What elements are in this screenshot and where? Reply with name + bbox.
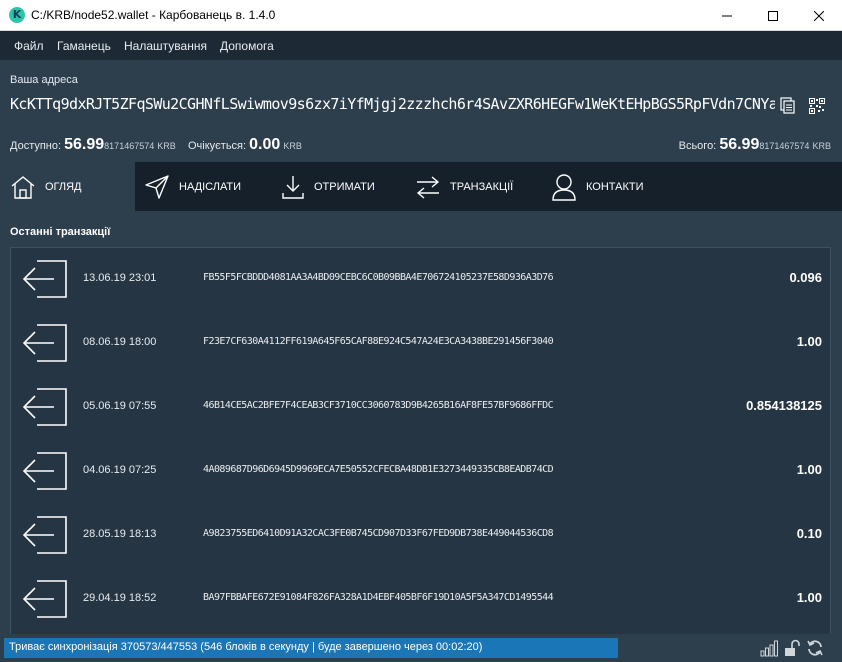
wallet-header: Ваша адреса KcKTTq9dxRJT5ZFqSWu2CGHNfLSw… [0, 60, 842, 162]
total-unit: KRB [812, 141, 831, 151]
close-button[interactable] [796, 0, 842, 31]
maximize-button[interactable] [750, 0, 796, 31]
transaction-row[interactable]: 05.06.19 07:55 46B14CE5AC2BFE7F4CEAB3CF37… [11, 376, 830, 440]
available-value: 56.99 [64, 136, 105, 153]
total-balance: Всього: 56.998171467574 KRB [679, 136, 831, 154]
tab-receive-label: ОТРИМАТИ [314, 180, 375, 193]
wallet-address[interactable]: KcKTTq9dxRJT5ZFqSWu2CGHNfLSwiwmov9s6zx7i… [10, 95, 775, 113]
transaction-row[interactable]: 29.04.19 18:52 BA97FBBAFE672E91084F826FA3… [11, 568, 830, 632]
contacts-icon [552, 173, 576, 201]
incoming-transaction-icon [23, 388, 67, 426]
menu-settings[interactable]: Налаштування [124, 39, 207, 53]
total-label: Всього: [678, 140, 717, 152]
transaction-hash: FB55F5FCBDDD4081AA3A4BD09CEBC6C0B09BBA4E… [203, 272, 554, 283]
tab-send[interactable]: НАДІСЛАТИ [144, 162, 274, 211]
transaction-date: 13.06.19 23:01 [83, 272, 157, 284]
transaction-amount: 0.10 [796, 526, 822, 541]
menu-file[interactable]: Файл [14, 39, 44, 53]
copy-icon[interactable] [780, 97, 796, 115]
window-title: C:/KRB/node52.wallet - Карбованець в. 1.… [31, 8, 276, 22]
tab-contacts-label: КОНТАКТИ [586, 180, 644, 193]
transactions-icon [416, 175, 440, 199]
available-balance: Доступно: 56.998171467574 KRB [10, 136, 176, 154]
tab-send-label: НАДІСЛАТИ [179, 180, 242, 193]
transaction-row[interactable]: 08.06.19 18:00 F23E7CF630A4112FF619A645F6… [11, 312, 830, 376]
tab-receive[interactable]: ОТРИМАТИ [281, 162, 411, 211]
close-icon [814, 10, 824, 21]
tab-overview[interactable]: ОГЛЯД [0, 162, 135, 211]
connection-signal-icon [760, 640, 778, 657]
incoming-transaction-icon [23, 324, 67, 362]
available-label: Доступно: [10, 140, 62, 152]
transaction-row[interactable]: 13.06.19 23:01 FB55F5FCBDDD4081AA3A4BD09C… [11, 248, 830, 312]
transaction-hash: A9823755ED6410D91A32CAC3FE0B745CD907D33F… [203, 528, 554, 539]
transaction-date: 05.06.19 07:55 [83, 400, 157, 412]
minimize-icon [722, 15, 732, 16]
main-tabs: ОГЛЯД НАДІСЛАТИ ОТРИМАТИ ТРАНЗАКЦІЇ КОНТ… [0, 162, 842, 211]
transaction-hash: 46B14CE5AC2BFE7F4CEAB3CF3710CC3060783D9B… [203, 400, 554, 411]
available-unit: KRB [157, 141, 176, 151]
overview-panel: Останні транзакції 13.06.19 23:01 FB55F5F… [0, 211, 842, 634]
menu-bar: Файл Гаманець Налаштування Допомога [0, 32, 842, 60]
transaction-amount: 0.854138125 [746, 398, 822, 413]
incoming-transaction-icon [23, 580, 67, 618]
menu-wallet[interactable]: Гаманець [57, 39, 111, 53]
pending-unit: KRB [283, 141, 302, 151]
tab-contacts[interactable]: КОНТАКТИ [551, 162, 681, 211]
menu-help[interactable]: Допомога [220, 39, 274, 53]
sync-status-text: Триває синхронізація 370573/447553 (546 … [9, 641, 483, 653]
pending-label: Очікується: [188, 140, 247, 152]
transaction-amount: 1.00 [796, 334, 822, 349]
tab-transactions-label: ТРАНЗАКЦІЇ [450, 180, 514, 193]
pending-balance: Очікується: 0.00 KRB [188, 136, 302, 154]
available-decimals: 8171467574 [104, 141, 155, 151]
transaction-hash: BA97FBBAFE672E91084F826FA328A1D4EBF405BF… [203, 592, 554, 603]
transaction-amount: 0.096 [789, 270, 822, 285]
total-value: 56.99 [719, 136, 760, 153]
incoming-transaction-icon [23, 516, 67, 554]
transaction-amount: 1.00 [796, 462, 822, 477]
send-icon [145, 174, 169, 199]
transactions-list[interactable]: 13.06.19 23:01 FB55F5FCBDDD4081AA3A4BD09C… [10, 247, 831, 634]
title-bar: K C:/KRB/node52.wallet - Карбованець в. … [0, 0, 842, 31]
status-bar: Триває синхронізація 370573/447553 (546 … [0, 634, 842, 662]
transaction-amount: 1.00 [796, 590, 822, 605]
transaction-date: 04.06.19 07:25 [83, 464, 157, 476]
receive-icon [282, 175, 304, 199]
incoming-transaction-icon [23, 452, 67, 490]
transaction-row[interactable]: 04.06.19 07:25 4A089687D96D6945D9969ECA7E… [11, 440, 830, 504]
transaction-date: 29.04.19 18:52 [83, 592, 157, 604]
address-label: Ваша адреса [10, 74, 78, 86]
transaction-hash: F23E7CF630A4112FF619A645F65CAF88E924C547… [203, 336, 554, 347]
total-decimals: 8171467574 [759, 141, 810, 151]
tab-transactions[interactable]: ТРАНЗАКЦІЇ [415, 162, 545, 211]
sync-icon[interactable] [806, 639, 824, 657]
transaction-date: 28.05.19 18:13 [83, 528, 157, 540]
maximize-icon [768, 10, 778, 21]
incoming-transaction-icon [23, 260, 67, 298]
transaction-date: 08.06.19 18:00 [83, 336, 157, 348]
pending-value: 0.00 [249, 136, 281, 153]
qr-code-icon[interactable] [809, 98, 825, 114]
home-icon [11, 175, 35, 199]
tab-overview-label: ОГЛЯД [45, 180, 82, 193]
unlock-icon[interactable] [783, 639, 801, 657]
app-logo: K [9, 7, 25, 23]
transaction-row[interactable]: 28.05.19 18:13 A9823755ED6410D91A32CAC3FE… [11, 504, 830, 568]
recent-transactions-title: Останні транзакції [10, 226, 111, 238]
transaction-hash: 4A089687D96D6945D9969ECA7E50552CFECBA48D… [203, 464, 554, 475]
minimize-button[interactable] [704, 0, 750, 31]
